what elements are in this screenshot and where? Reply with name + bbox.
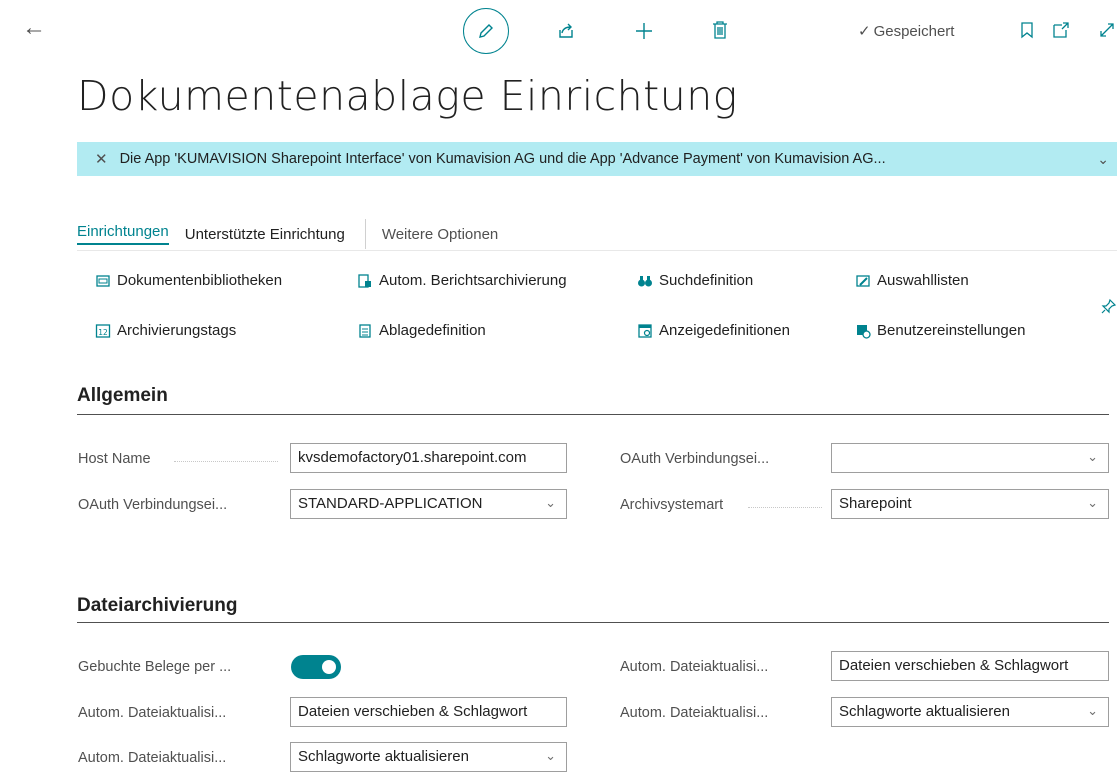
toggle-knob (322, 660, 336, 674)
library-icon (96, 274, 110, 287)
chevron-down-icon: ⌄ (545, 495, 556, 510)
oauth-connection-select-right[interactable]: ⌄ (831, 443, 1109, 473)
host-name-label: Host Name (78, 451, 151, 467)
section-divider (77, 622, 1109, 623)
pin-icon[interactable] (1100, 298, 1117, 315)
auto-file-update-label-3: Autom. Dateiaktualisi... (620, 659, 769, 675)
label-leader (748, 507, 822, 509)
action-benutzereinstellungen[interactable]: Benutzereinstellungen (855, 322, 1025, 339)
auto-file-update-label-2: Autom. Dateiaktualisi... (78, 750, 227, 766)
select-value: Schlagworte aktualisieren (298, 748, 469, 765)
open-new-window-icon[interactable] (1052, 21, 1070, 39)
display-icon (638, 323, 652, 338)
edit-button[interactable] (463, 8, 509, 54)
tab-weitere-optionen[interactable]: Weitere Optionen (382, 226, 498, 243)
filing-icon (359, 323, 371, 338)
bookmark-icon[interactable] (1020, 21, 1034, 39)
auto-file-update-select-4[interactable]: Schlagworte aktualisieren ⌄ (831, 697, 1109, 727)
auto-file-update-field-1[interactable]: Dateien verschieben & Schlagwort (290, 697, 567, 727)
action-label: Ablagedefinition (379, 322, 486, 339)
action-label: Auswahllisten (877, 272, 969, 289)
action-archivierungstags[interactable]: 12 Archivierungstags (95, 322, 236, 339)
oauth-connection-label-right: OAuth Verbindungsei... (620, 451, 770, 467)
report-archive-icon (358, 273, 371, 288)
chevron-down-icon: ⌄ (1087, 449, 1098, 464)
share-icon[interactable] (556, 21, 576, 41)
tab-divider (364, 219, 366, 249)
page-title: Dokumentenablage Einrichtung (77, 72, 738, 120)
notification-banner: ✕ Die App 'KUMAVISION Sharepoint Interfa… (77, 142, 1117, 176)
chevron-down-icon: ⌄ (1087, 703, 1098, 718)
expand-icon[interactable] (1098, 21, 1116, 39)
action-label: Anzeigedefinitionen (659, 322, 790, 339)
select-value: Schlagworte aktualisieren (839, 703, 1010, 720)
action-anzeigedefinitionen[interactable]: Anzeigedefinitionen (637, 322, 790, 339)
auto-file-update-select-2[interactable]: Schlagworte aktualisieren ⌄ (290, 742, 567, 772)
user-settings-icon (857, 324, 871, 339)
saved-label: Gespeichert (873, 23, 955, 40)
action-label: Archivierungstags (117, 322, 237, 339)
close-icon[interactable]: ✕ (95, 150, 108, 168)
auto-file-update-field-3[interactable]: Dateien verschieben & Schlagwort (831, 651, 1109, 681)
posted-docs-label: Gebuchte Belege per ... (78, 659, 232, 675)
oauth-connection-select-left[interactable]: STANDARD-APPLICATION ⌄ (290, 489, 567, 519)
select-value: Sharepoint (839, 495, 912, 512)
chevron-down-icon[interactable]: ⌄ (1097, 151, 1109, 168)
banner-text: Die App 'KUMAVISION Sharepoint Interface… (119, 151, 886, 167)
auto-file-update-label-4: Autom. Dateiaktualisi... (620, 705, 769, 721)
action-label: Benutzereinstellungen (877, 322, 1026, 339)
section-divider (77, 414, 1109, 415)
chevron-down-icon: ⌄ (1087, 495, 1098, 510)
checkmark-icon: ✓ (858, 23, 871, 40)
chevron-down-icon: ⌄ (545, 748, 556, 763)
action-label: Suchdefinition (659, 272, 754, 289)
action-tabs: Einrichtungen Unterstützte Einrichtung W… (77, 219, 514, 249)
pencil-icon (479, 24, 493, 38)
tabs-divider (77, 250, 1117, 251)
binoculars-icon (638, 275, 652, 286)
host-name-field[interactable]: kvsdemofactory01.sharepoint.com (290, 443, 567, 473)
select-value: STANDARD-APPLICATION (298, 495, 483, 512)
action-label: Dokumentenbibliotheken (117, 272, 283, 289)
action-label: Autom. Berichtsarchivierung (379, 272, 567, 289)
saved-status: ✓ Gespeichert (858, 22, 954, 40)
trash-icon[interactable] (711, 20, 729, 40)
action-suchdefinition[interactable]: Suchdefinition (637, 272, 753, 289)
posted-docs-toggle[interactable] (291, 655, 341, 679)
tab-einrichtungen[interactable]: Einrichtungen (77, 223, 169, 245)
section-title-allgemein: Allgemein (77, 385, 168, 406)
label-leader (174, 461, 278, 463)
archive-system-type-select[interactable]: Sharepoint ⌄ (831, 489, 1109, 519)
archive-system-type-label: Archivsystemart (620, 497, 724, 513)
oauth-connection-label-left: OAuth Verbindungsei... (78, 497, 228, 513)
action-dokumentenbibliotheken[interactable]: Dokumentenbibliotheken (95, 272, 282, 289)
action-auswahllisten[interactable]: Auswahllisten (855, 272, 969, 289)
tab-unterstuetzte-einrichtung[interactable]: Unterstützte Einrichtung (185, 226, 345, 243)
back-arrow-icon[interactable]: ← (22, 16, 46, 40)
tag-calendar-icon: 12 (95, 323, 111, 338)
auto-file-update-label-1: Autom. Dateiaktualisi... (78, 705, 227, 721)
list-edit-icon (856, 274, 870, 287)
section-title-dateiarchivierung: Dateiarchivierung (77, 595, 238, 616)
svg-text:12: 12 (98, 328, 108, 337)
action-autom-berichtsarchivierung[interactable]: Autom. Berichtsarchivierung (357, 272, 567, 289)
action-ablagedefinition[interactable]: Ablagedefinition (357, 322, 486, 339)
plus-icon[interactable] (634, 21, 654, 41)
